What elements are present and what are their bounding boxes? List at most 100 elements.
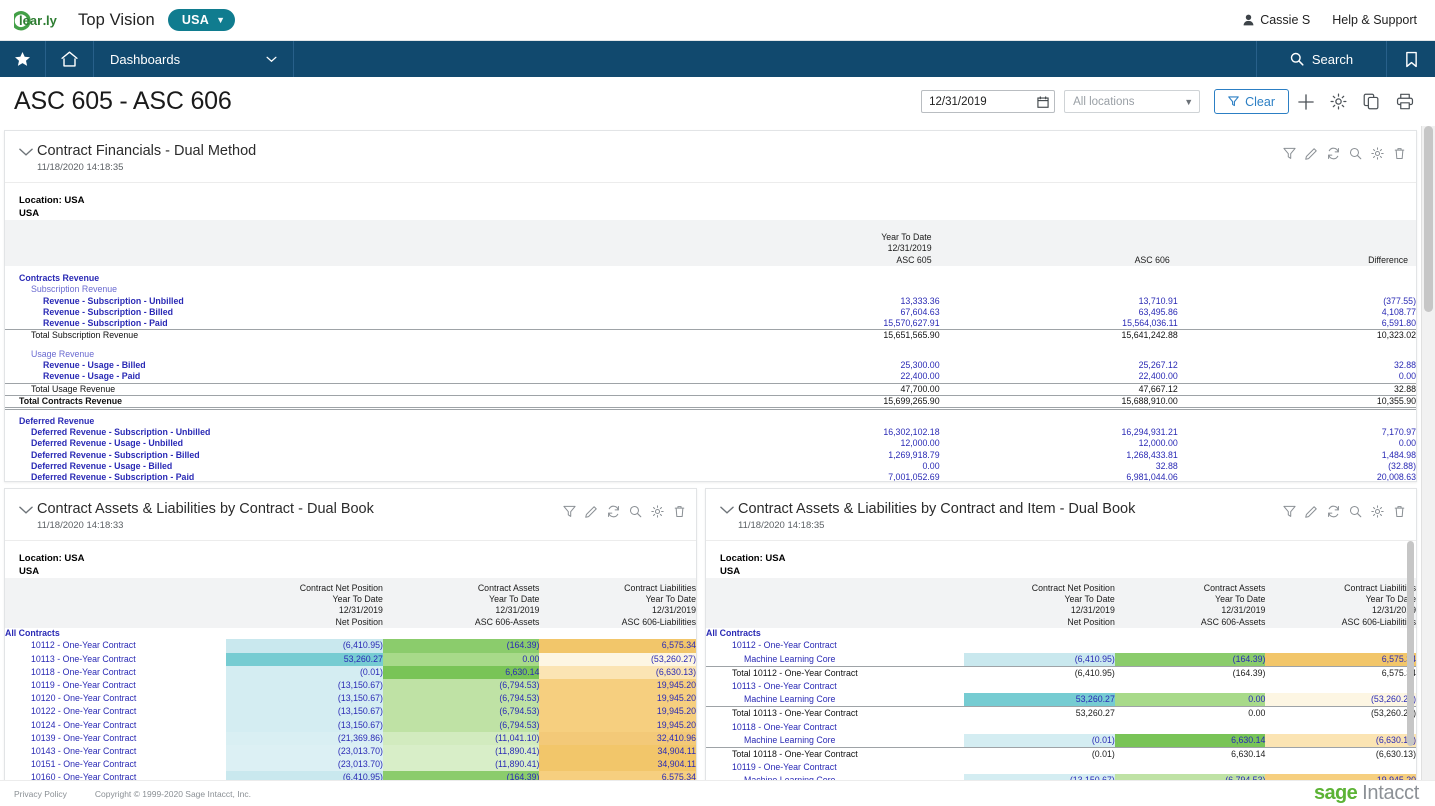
cell-value: 4,108.77: [1382, 307, 1416, 317]
entity-selector[interactable]: USA ▼: [168, 9, 236, 31]
table-row[interactable]: 10139 - One-Year Contract(21,369.86)(11,…: [5, 732, 696, 745]
table-row[interactable]: Deferred Revenue: [5, 416, 1416, 427]
cell-value: 0.00: [922, 461, 939, 471]
refresh-icon[interactable]: [1327, 147, 1340, 160]
filter-icon[interactable]: [563, 505, 576, 518]
table-row[interactable]: 10119 - One-Year Contract(13,150.67)(6,7…: [5, 679, 696, 692]
cell-value: (13,150.67): [338, 680, 383, 690]
table-row[interactable]: Revenue - Subscription - Unbilled13,333.…: [5, 296, 1416, 307]
home-button[interactable]: [46, 41, 94, 77]
add-component-button[interactable]: [1289, 87, 1322, 117]
table-row[interactable]: 10113 - One-Year Contract53,260.270.00(5…: [5, 653, 696, 666]
table-row[interactable]: 10112 - One-Year Contract(6,410.95)(164.…: [5, 639, 696, 652]
chevron-down-icon: ▼: [216, 15, 225, 25]
cell-value: (11,890.41): [495, 746, 539, 756]
dashboard-settings-button[interactable]: [1322, 87, 1355, 117]
panel3-col1-book: ASC 606-Assets: [1115, 617, 1266, 628]
table-row[interactable]: 10151 - One-Year Contract(23,013.70)(11,…: [5, 758, 696, 771]
sage-intacct-logo: sage Intacct: [1314, 782, 1421, 805]
plus-icon: [1297, 93, 1315, 111]
location-filter-select[interactable]: All locations ▼: [1064, 90, 1200, 113]
filter-icon[interactable]: [1283, 505, 1296, 518]
gear-icon[interactable]: [1371, 147, 1384, 160]
print-dashboard-button[interactable]: [1388, 87, 1421, 117]
user-menu[interactable]: Cassie S: [1243, 13, 1310, 27]
pencil-icon[interactable]: [1305, 505, 1318, 518]
table-row[interactable]: Revenue - Usage - Billed25,300.0025,267.…: [5, 360, 1416, 371]
panel2-title: Contract Assets & Liabilities by Contrac…: [37, 501, 563, 518]
panel1-collapse-toggle[interactable]: [15, 143, 37, 157]
help-support-link[interactable]: Help & Support: [1332, 13, 1417, 27]
row-label: 10151 - One-Year Contract: [31, 759, 136, 769]
table-row[interactable]: Machine Learning Core(6,410.95)(164.39)6…: [706, 653, 1416, 667]
table-row[interactable]: 10120 - One-Year Contract(13,150.67)(6,7…: [5, 692, 696, 705]
gear-icon[interactable]: [1371, 505, 1384, 518]
chevron-down-icon: [266, 56, 277, 63]
row-label: Revenue - Subscription - Paid: [43, 318, 168, 328]
panel2-col1-period: Year To Date: [383, 594, 540, 605]
search-icon[interactable]: [629, 505, 642, 518]
cell-value: (6,630.13): [656, 667, 696, 677]
table-row[interactable]: Machine Learning Core(0.01)6,630.14(6,63…: [706, 734, 1416, 748]
table-row[interactable]: Deferred Revenue - Subscription - Paid7,…: [5, 472, 1416, 482]
nav-dashboards-label: Dashboards: [110, 52, 180, 67]
refresh-icon[interactable]: [1327, 505, 1340, 518]
table-row[interactable]: Subscription Revenue: [5, 284, 1416, 295]
table-row[interactable]: Usage Revenue: [5, 349, 1416, 360]
table-row[interactable]: 10143 - One-Year Contract(23,013.70)(11,…: [5, 745, 696, 758]
refresh-icon[interactable]: [607, 505, 620, 518]
table-row[interactable]: 10112 - One-Year Contract: [706, 639, 1416, 652]
filter-icon[interactable]: [1283, 147, 1296, 160]
cell-value: 67,604.63: [900, 307, 939, 317]
group-label-row[interactable]: All Contracts: [706, 628, 1416, 639]
gear-icon[interactable]: [651, 505, 664, 518]
nav-bookmark-button[interactable]: [1387, 41, 1435, 77]
trash-icon[interactable]: [1393, 147, 1406, 160]
trash-icon[interactable]: [673, 505, 686, 518]
panel1-body: Location: USA USA Year To Date12/31/2019…: [5, 183, 1416, 482]
table-row[interactable]: Machine Learning Core53,260.270.00(53,26…: [706, 693, 1416, 707]
panel2-tbody: Contract Net PositionYear To Date12/31/2…: [5, 578, 696, 780]
copy-dashboard-button[interactable]: [1355, 87, 1388, 117]
table-row[interactable]: 10118 - One-Year Contract: [706, 721, 1416, 734]
nav-search-button[interactable]: Search: [1257, 41, 1387, 77]
table-row[interactable]: Deferred Revenue - Usage - Billed0.0032.…: [5, 461, 1416, 472]
copyright-text: Copyright © 1999-2020 Sage Intacct, Inc.: [95, 789, 251, 799]
page-title: ASC 605 - ASC 606: [14, 87, 232, 116]
table-row[interactable]: Contracts Revenue: [5, 273, 1416, 284]
table-row[interactable]: Deferred Revenue - Usage - Unbilled12,00…: [5, 438, 1416, 449]
table-row[interactable]: 10113 - One-Year Contract: [706, 680, 1416, 693]
cell-value: 6,630.14: [505, 667, 539, 677]
pencil-icon[interactable]: [585, 505, 598, 518]
panel3-collapse-toggle[interactable]: [716, 501, 738, 515]
search-icon[interactable]: [1349, 147, 1362, 160]
panel2-col2-date: 12/31/2019: [539, 605, 696, 616]
group-label-row[interactable]: All Contracts: [5, 628, 696, 639]
page-scrollbar-thumb[interactable]: [1424, 126, 1433, 312]
table-row[interactable]: Revenue - Subscription - Billed67,604.63…: [5, 307, 1416, 318]
table-row[interactable]: 10160 - One-Year Contract(6,410.95)(164.…: [5, 771, 696, 780]
clear-filters-button[interactable]: Clear: [1214, 89, 1289, 114]
table-row[interactable]: Revenue - Usage - Paid22,400.0022,400.00…: [5, 371, 1416, 383]
panel2-collapse-toggle[interactable]: [15, 501, 37, 515]
table-row[interactable]: 10124 - One-Year Contract(13,150.67)(6,7…: [5, 719, 696, 732]
table-row[interactable]: 10118 - One-Year Contract(0.01)6,630.14(…: [5, 666, 696, 679]
row-label: Total 10113 - One-Year Contract: [732, 708, 858, 718]
date-filter-input[interactable]: 12/31/2019: [921, 90, 1055, 113]
search-icon[interactable]: [1349, 505, 1362, 518]
bookmark-icon: [1405, 51, 1418, 68]
clearly-logo[interactable]: lear ly: [14, 8, 60, 32]
trash-icon[interactable]: [1393, 505, 1406, 518]
table-row[interactable]: Deferred Revenue - Subscription - Unbill…: [5, 427, 1416, 438]
table-row[interactable]: Deferred Revenue - Subscription - Billed…: [5, 450, 1416, 461]
table-row[interactable]: 10119 - One-Year Contract: [706, 761, 1416, 774]
nav-dashboards[interactable]: Dashboards: [94, 41, 294, 77]
table-row[interactable]: 10122 - One-Year Contract(13,150.67)(6,7…: [5, 705, 696, 718]
panel3-scrollbar-thumb[interactable]: [1407, 541, 1414, 746]
pencil-icon[interactable]: [1305, 147, 1318, 160]
favorites-button[interactable]: [0, 41, 46, 77]
table-row[interactable]: Revenue - Subscription - Paid15,570,627.…: [5, 318, 1416, 330]
privacy-policy-link[interactable]: Privacy Policy: [14, 789, 67, 799]
page-scrollbar[interactable]: [1421, 126, 1435, 780]
row-label: Deferred Revenue - Usage - Unbilled: [31, 438, 183, 448]
